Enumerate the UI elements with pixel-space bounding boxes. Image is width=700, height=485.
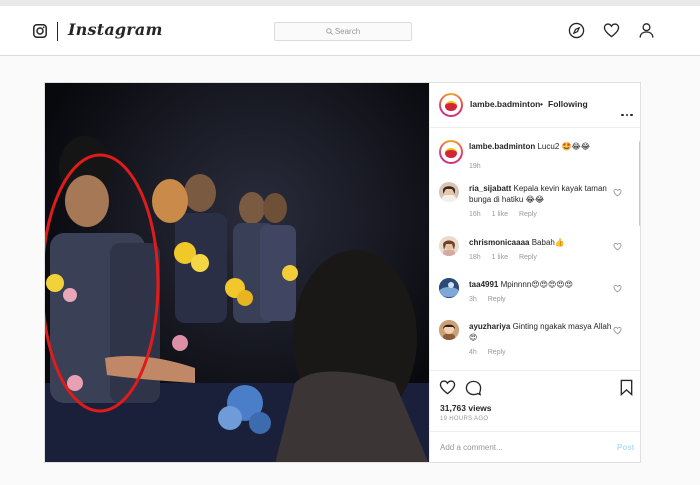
separator-dot: • [540,99,543,109]
comment-username[interactable]: ayuzhariya [469,322,510,331]
caption-text: Lucu2 🤩😂😂 [537,142,591,151]
avatar[interactable] [439,93,463,117]
top-navigation-bar: Instagram Search [0,0,700,56]
more-dots-icon[interactable] [621,103,635,121]
lips-logo-icon [445,101,457,111]
comment-text: Mpinnnn😍😍😍😍😍 [500,280,573,289]
comment-age: 16h [469,211,481,218]
post-timestamp: 19 HOURS AGO [440,416,489,422]
comment-likes[interactable]: 1 like [492,211,508,218]
search-input[interactable]: Search [274,22,412,41]
following-button[interactable]: Following [548,99,588,109]
reply-button[interactable]: Reply [519,211,537,218]
user-icon[interactable] [638,22,655,39]
search-placeholder: Search [334,27,361,36]
comment-likes[interactable]: 1 like [492,254,508,261]
heart-outline-icon[interactable] [613,284,622,293]
video-frame-illustration [45,83,429,462]
heart-outline-icon[interactable] [439,379,456,396]
lips-logo-icon [445,148,457,158]
post-comment-button[interactable]: Post [617,443,634,452]
post-username[interactable]: lambe.badminton [470,99,540,109]
post-header: lambe.badminton • Following [430,83,640,128]
avatar[interactable] [439,182,459,202]
logo-divider [57,22,58,41]
reply-button[interactable]: Reply [488,349,506,356]
avatar[interactable] [439,278,459,298]
heart-icon[interactable] [603,22,620,39]
avatar[interactable] [439,320,459,340]
caption-username[interactable]: lambe.badminton [469,142,535,151]
reply-button[interactable]: Reply [519,254,537,261]
comments-scrollbar[interactable] [639,141,640,226]
view-count[interactable]: 31,763 views [440,403,492,413]
compass-icon[interactable] [568,22,585,39]
reply-button[interactable]: Reply [488,296,506,303]
avatar[interactable] [439,140,463,164]
post-actions: 31,763 views 19 HOURS AGO Add a comment.… [430,370,640,462]
comment-age: 4h [469,349,477,356]
heart-outline-icon[interactable] [613,188,622,197]
comments-list[interactable]: lambe.badminton Lucu2 🤩😂😂 19h ria_sijaba… [430,128,635,368]
search-icon [326,28,333,36]
heart-outline-icon[interactable] [613,242,622,251]
instagram-wordmark[interactable]: Instagram [68,20,163,39]
instagram-camera-icon[interactable] [33,24,47,38]
post-video[interactable] [45,83,429,462]
avatar[interactable] [439,236,459,256]
comment-username[interactable]: ria_sijabatt [469,184,511,193]
avatar-inner [441,95,461,115]
comment-username[interactable]: taa4991 [469,280,498,289]
post-card: lambe.badminton • Following lambe.badmin… [44,82,641,463]
add-comment-bar: Add a comment... Post [430,431,640,462]
add-comment-input[interactable]: Add a comment... [440,443,503,452]
heart-outline-icon[interactable] [613,326,622,335]
comment-age: 3h [469,296,477,303]
comment-bubble-icon[interactable] [465,379,482,396]
comment-username[interactable]: chrismonicaaaa [469,238,529,247]
post-sidebar: lambe.badminton • Following lambe.badmin… [429,83,640,462]
comment-age: 18h [469,254,481,261]
comment-text: Babah👍 [531,238,565,247]
bookmark-icon[interactable] [618,379,635,396]
browser-strip [0,0,700,6]
caption-age: 19h [469,163,481,170]
